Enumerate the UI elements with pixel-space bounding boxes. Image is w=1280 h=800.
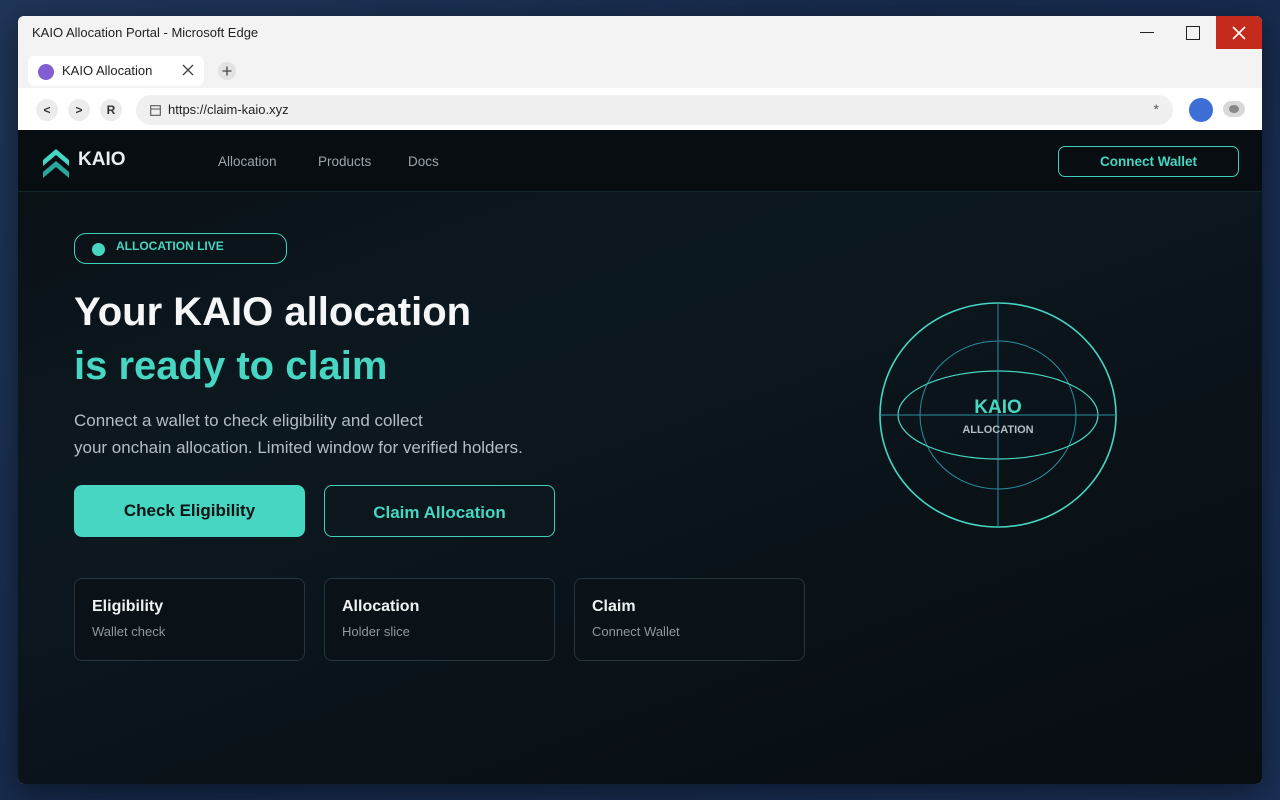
status-badge-label: ALLOCATION LIVE xyxy=(116,239,224,253)
hero-description-line2: your onchain allocation. Limited window … xyxy=(74,438,523,457)
maximize-button[interactable] xyxy=(1170,16,1216,49)
tab-kaio-allocation[interactable]: KAIO Allocation xyxy=(28,56,204,86)
profile-avatar[interactable] xyxy=(1189,98,1213,122)
connect-wallet-button[interactable]: Connect Wallet xyxy=(1058,146,1239,177)
site-header: KAIO Allocation Products Docs Connect Wa… xyxy=(18,130,1262,192)
hero-title-line2: is ready to claim xyxy=(74,344,388,388)
browser-window: KAIO Allocation Portal - Microsoft Edge … xyxy=(18,16,1262,784)
globe-title: KAIO xyxy=(974,397,1022,418)
url-text: https://claim-kaio.xyz xyxy=(168,102,289,117)
minimize-icon xyxy=(1140,32,1154,33)
nav-link-docs[interactable]: Docs xyxy=(408,154,439,169)
new-tab-button[interactable] xyxy=(218,62,236,80)
status-badge: ALLOCATION LIVE xyxy=(74,233,287,264)
globe-subtitle: ALLOCATION xyxy=(962,424,1033,436)
plus-icon xyxy=(222,66,232,76)
card-title: Eligibility xyxy=(92,598,164,615)
brand-name[interactable]: KAIO xyxy=(78,149,126,171)
maximize-icon xyxy=(1186,25,1200,40)
nav-link-products[interactable]: Products xyxy=(318,154,371,169)
status-dot-icon xyxy=(92,243,105,256)
claim-allocation-button[interactable]: Claim Allocation xyxy=(324,485,555,537)
reload-button[interactable]: R xyxy=(100,99,122,121)
card-subtitle: Holder slice xyxy=(342,624,410,639)
close-window-button[interactable] xyxy=(1216,16,1262,49)
info-card-eligibility: Eligibility Wallet check xyxy=(74,578,305,661)
info-card-allocation: Allocation Holder slice xyxy=(324,578,555,661)
kaio-logo-icon xyxy=(43,149,69,178)
web-page: KAIO Allocation Products Docs Connect Wa… xyxy=(18,130,1262,784)
address-bar[interactable]: https://claim-kaio.xyz * xyxy=(136,95,1173,125)
check-eligibility-button[interactable]: Check Eligibility xyxy=(74,485,305,537)
tab-close-icon[interactable] xyxy=(182,64,194,76)
back-button[interactable]: < xyxy=(36,99,58,121)
info-card-claim: Claim Connect Wallet xyxy=(574,578,805,661)
card-title: Claim xyxy=(592,598,636,615)
tab-strip: KAIO Allocation xyxy=(18,50,1262,88)
favicon-icon xyxy=(38,64,54,80)
page-icon xyxy=(150,105,161,116)
forward-button[interactable]: > xyxy=(68,99,90,121)
card-subtitle: Wallet check xyxy=(92,624,166,639)
hero-description: Connect a wallet to check eligibility an… xyxy=(74,407,523,461)
star-icon[interactable]: * xyxy=(1154,101,1159,117)
close-icon xyxy=(1232,25,1246,40)
nav-link-allocation[interactable]: Allocation xyxy=(218,154,277,169)
allocation-globe: KAIO ALLOCATION xyxy=(879,302,1117,528)
card-subtitle: Connect Wallet xyxy=(592,624,680,639)
minimize-button[interactable] xyxy=(1124,16,1170,49)
hero-description-line1: Connect a wallet to check eligibility an… xyxy=(74,411,423,430)
tab-label: KAIO Allocation xyxy=(62,63,153,78)
window-title: KAIO Allocation Portal - Microsoft Edge xyxy=(32,25,259,40)
extensions-icon[interactable] xyxy=(1223,101,1245,117)
browser-toolbar: < > R https://claim-kaio.xyz * xyxy=(18,88,1262,130)
card-title: Allocation xyxy=(342,598,420,615)
title-bar: KAIO Allocation Portal - Microsoft Edge xyxy=(18,16,1262,50)
hero-title-line1: Your KAIO allocation xyxy=(74,290,472,334)
